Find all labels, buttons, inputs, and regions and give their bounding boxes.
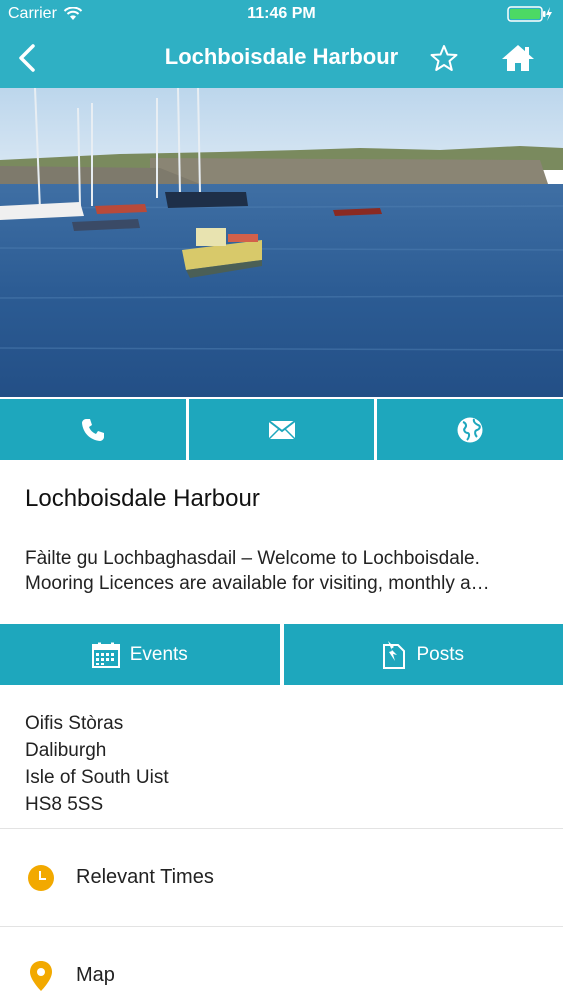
events-label: Events [129, 643, 188, 665]
email-button[interactable] [188, 399, 375, 460]
contact-actions [0, 399, 563, 460]
address-block: Oifis Stòras Daliburgh Isle of South Uis… [25, 710, 169, 818]
place-title: Lochboisdale Harbour [25, 485, 260, 512]
description-line-1: Fàilte gu Lochbaghasdail – Welcome to Lo… [25, 548, 480, 569]
relevant-times-label: Relevant Times [76, 866, 214, 888]
place-description[interactable]: Fàilte gu Lochbaghasdail – Welcome to Lo… [25, 546, 540, 596]
nav-title: Lochboisdale Harbour [164, 44, 399, 69]
address-line-4: HS8 5SS [25, 794, 104, 815]
phone-icon [81, 418, 104, 441]
mail-icon [267, 419, 296, 440]
home-icon[interactable] [500, 42, 536, 74]
content-tabs: Events Posts [0, 624, 563, 685]
status-time: 11:46 PM [247, 5, 316, 22]
battery-icon [507, 6, 553, 22]
post-icon [383, 640, 406, 669]
description-line-2: Mooring Licences are available for visit… [25, 573, 490, 594]
harbour-photo [0, 88, 563, 397]
call-button[interactable] [0, 399, 186, 460]
posts-button[interactable]: Posts [283, 624, 563, 685]
posts-label: Posts [416, 643, 465, 665]
globe-icon [457, 417, 483, 442]
navigation-bar: Lochboisdale Harbour [0, 28, 563, 88]
status-bar: Carrier 11:46 PM [0, 0, 563, 28]
clock-icon [28, 864, 54, 891]
website-button[interactable] [377, 399, 563, 460]
events-button[interactable]: Events [0, 624, 280, 685]
address-line-3: Isle of South Uist [25, 767, 169, 788]
map-row[interactable]: Map [0, 926, 563, 1000]
calendar-icon [91, 642, 120, 668]
star-icon[interactable] [428, 42, 460, 74]
map-label: Map [76, 964, 115, 986]
address-line-1: Oifis Stòras [25, 713, 124, 734]
address-line-2: Daliburgh [25, 740, 107, 761]
map-pin-icon [30, 960, 52, 991]
relevant-times-row[interactable]: Relevant Times [0, 828, 563, 926]
